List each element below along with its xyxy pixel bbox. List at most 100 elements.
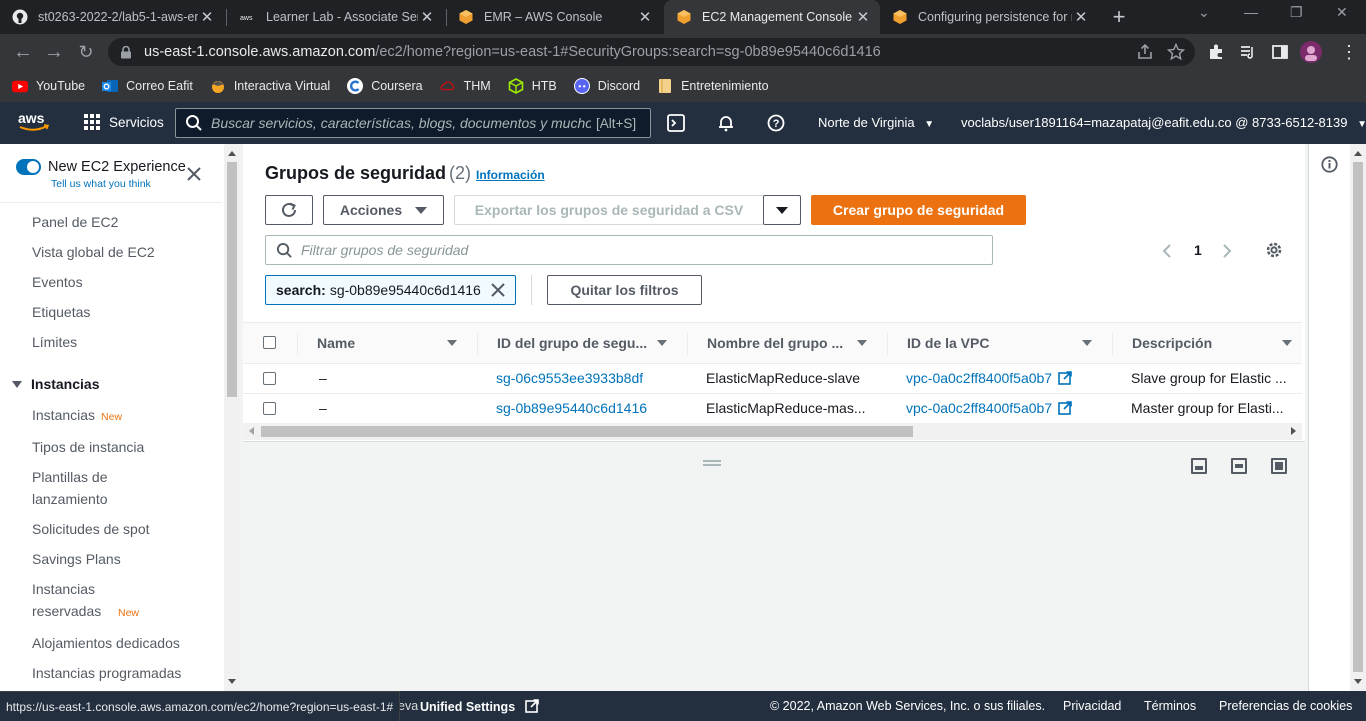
nav-item-launch-templates[interactable]: Plantillas de lanzamiento: [32, 466, 132, 510]
scrollbar-thumb[interactable]: [227, 162, 237, 397]
aws-search-box[interactable]: [Alt+S]: [175, 108, 651, 138]
actions-dropdown[interactable]: Acciones: [323, 195, 444, 225]
split-panel-full-icon[interactable]: [1271, 458, 1287, 474]
split-panel-bottom-icon[interactable]: [1191, 458, 1207, 474]
chevron-right-icon[interactable]: [1221, 243, 1233, 259]
forward-icon[interactable]: →: [41, 40, 67, 64]
browser-tab-github[interactable]: st0263-2022-2/lab5-1-aws-emr ✕: [0, 0, 224, 34]
nav-item-tags[interactable]: Etiquetas: [32, 301, 90, 323]
nav-item-spot-requests[interactable]: Solicitudes de spot: [32, 518, 150, 540]
sort-icon[interactable]: [1082, 340, 1092, 346]
close-icon[interactable]: ✕: [854, 8, 872, 26]
gear-icon[interactable]: [1265, 241, 1283, 259]
address-bar[interactable]: us-east-1.console.aws.amazon.com/ec2/hom…: [108, 38, 1195, 66]
select-all-checkbox[interactable]: [263, 336, 276, 349]
nav-item-events[interactable]: Eventos: [32, 271, 83, 293]
feedback-link[interactable]: Tell us what you think: [51, 178, 151, 190]
info-link[interactable]: Información: [476, 168, 545, 182]
sort-icon[interactable]: [857, 340, 867, 346]
aws-logo[interactable]: aws: [18, 110, 50, 136]
split-panel-drag-handle[interactable]: [703, 460, 721, 466]
nav-item-instance-types[interactable]: Tipos de instancia: [32, 436, 144, 458]
back-icon[interactable]: ←: [10, 40, 36, 64]
bookmark-entretenimiento[interactable]: Entretenimiento: [657, 78, 769, 94]
split-panel-side-icon[interactable]: [1231, 458, 1247, 474]
aws-search-input[interactable]: [211, 115, 591, 131]
nav-item-savings-plans[interactable]: Savings Plans: [32, 548, 121, 570]
scroll-up-icon[interactable]: [1354, 151, 1362, 156]
nav-item-limits[interactable]: Límites: [32, 331, 77, 353]
sort-icon[interactable]: [657, 340, 667, 346]
create-security-group-button[interactable]: Crear grupo de seguridad: [811, 195, 1026, 225]
nav-item-reserved-instances[interactable]: Instancias reservadas New: [32, 578, 172, 624]
scrollbar-thumb[interactable]: [1353, 162, 1363, 672]
account-menu[interactable]: voclabs/user1891164=mazapataj@eafit.edu.…: [961, 115, 1366, 130]
tab-search-icon[interactable]: ⌄: [1198, 4, 1210, 21]
browser-tab-emr[interactable]: EMR – AWS Console ✕: [446, 0, 662, 34]
region-selector[interactable]: Norte de Virginia ▼: [818, 115, 934, 130]
cell-vpc-id-link[interactable]: vpc-0a0c2ff8400f5a0b7: [906, 370, 1072, 386]
scroll-down-icon[interactable]: [228, 679, 236, 684]
minimize-icon[interactable]: —: [1244, 4, 1258, 20]
close-icon[interactable]: ✕: [636, 8, 654, 26]
scrollbar-thumb[interactable]: [261, 426, 913, 437]
nav-item-scheduled-instances[interactable]: Instancias programadas: [32, 662, 181, 684]
bookmark-coursera[interactable]: Coursera: [347, 78, 423, 94]
filter-input[interactable]: [301, 242, 951, 258]
bookmark-interactiva-virtual[interactable]: Interactiva Virtual: [210, 78, 330, 94]
nav-item-instances[interactable]: Instancias New: [32, 404, 122, 428]
column-header-description[interactable]: Descripción: [1132, 335, 1212, 351]
services-menu[interactable]: Servicios: [84, 114, 164, 130]
media-control-icon[interactable]: [1239, 43, 1257, 61]
page-number[interactable]: 1: [1194, 242, 1202, 258]
page-scrollbar[interactable]: [1350, 144, 1366, 691]
column-header-group-id[interactable]: ID del grupo de segu...: [497, 335, 647, 351]
cookie-preferences-link[interactable]: Preferencias de cookies: [1219, 699, 1352, 713]
bookmark-youtube[interactable]: YouTube: [12, 78, 85, 94]
close-window-icon[interactable]: ✕: [1336, 4, 1348, 21]
sidebar-scrollbar[interactable]: [224, 144, 240, 691]
bookmark-htb[interactable]: HTB: [508, 78, 557, 94]
restore-icon[interactable]: ❐: [1290, 4, 1303, 21]
export-csv-button[interactable]: Exportar los grupos de seguridad a CSV: [454, 195, 764, 225]
column-header-group-name[interactable]: Nombre del grupo ...: [707, 335, 843, 351]
remove-token-icon[interactable]: [491, 283, 505, 297]
bookmark-star-icon[interactable]: [1167, 43, 1185, 61]
browser-tab-learner-lab[interactable]: aws Learner Lab - Associate Services ✕: [228, 0, 444, 34]
filter-box[interactable]: [265, 235, 993, 265]
nav-section-instances[interactable]: Instancias: [12, 376, 99, 392]
browser-tab-ec2[interactable]: EC2 Management Console ✕: [664, 0, 880, 34]
column-header-vpc-id[interactable]: ID de la VPC: [907, 335, 989, 351]
bell-icon[interactable]: [717, 114, 735, 132]
terms-link[interactable]: Términos: [1144, 699, 1196, 713]
help-icon[interactable]: ?: [767, 114, 785, 132]
clear-filters-button[interactable]: Quitar los filtros: [547, 275, 702, 305]
sort-icon[interactable]: [1282, 340, 1292, 346]
share-icon[interactable]: [1136, 43, 1154, 61]
close-icon[interactable]: ✕: [1072, 8, 1090, 26]
refresh-button[interactable]: [265, 195, 313, 225]
scroll-down-icon[interactable]: [1354, 679, 1362, 684]
sort-icon[interactable]: [447, 340, 457, 346]
table-row[interactable]: – sg-0b89e95440c6d1416 ElasticMapReduce-…: [243, 394, 1302, 424]
cell-vpc-id-link[interactable]: vpc-0a0c2ff8400f5a0b7: [906, 400, 1072, 416]
table-row[interactable]: – sg-06c9553ee3933b8df ElasticMapReduce-…: [243, 364, 1302, 394]
row-checkbox[interactable]: [263, 372, 276, 385]
side-panel-icon[interactable]: [1271, 43, 1289, 61]
avatar[interactable]: [1300, 41, 1322, 63]
nav-item-ec2-global-view[interactable]: Vista global de EC2: [32, 241, 155, 263]
cell-group-id-link[interactable]: sg-0b89e95440c6d1416: [496, 400, 647, 416]
bookmark-discord[interactable]: Discord: [573, 78, 640, 94]
privacy-link[interactable]: Privacidad: [1063, 699, 1121, 713]
info-icon[interactable]: [1321, 156, 1338, 173]
new-experience-toggle[interactable]: [16, 159, 41, 175]
cell-group-id-link[interactable]: sg-06c9553ee3933b8df: [496, 370, 643, 386]
close-icon[interactable]: ✕: [418, 8, 436, 26]
browser-tab-persistence[interactable]: Configuring persistence for notebooks ✕: [880, 0, 1098, 34]
table-horizontal-scrollbar[interactable]: [243, 423, 1302, 440]
reload-icon[interactable]: ↻: [73, 40, 99, 64]
nav-item-ec2-dashboard[interactable]: Panel de EC2: [32, 211, 118, 233]
unified-settings-link[interactable]: Unified Settings: [420, 699, 539, 714]
scroll-up-icon[interactable]: [228, 151, 236, 156]
column-header-name[interactable]: Name: [317, 335, 355, 351]
